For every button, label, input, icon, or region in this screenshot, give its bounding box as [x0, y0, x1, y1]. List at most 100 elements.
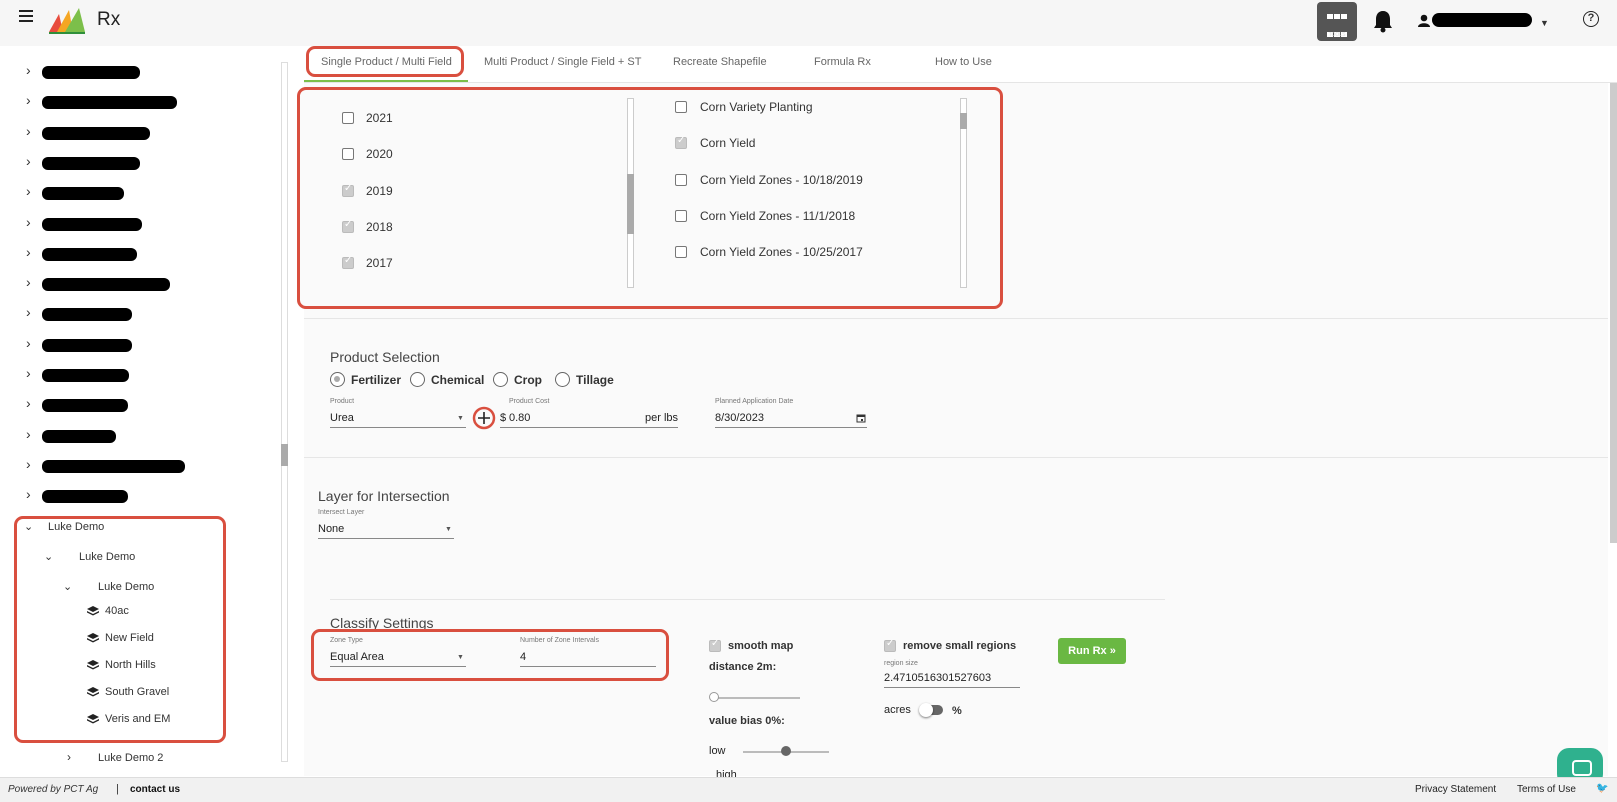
tab-formula-rx[interactable]: Formula Rx: [814, 56, 871, 68]
tree-item-redacted[interactable]: ›: [0, 303, 200, 327]
tree-item-redacted[interactable]: ›: [0, 213, 200, 237]
tree-item-redacted[interactable]: ›: [0, 273, 200, 297]
tree-item-redacted[interactable]: ›: [0, 485, 200, 509]
grid-icon: [1326, 7, 1348, 55]
product-label: Product: [330, 398, 355, 405]
chevron-right-icon: ›: [26, 304, 31, 321]
chevron-right-icon: ›: [26, 395, 31, 412]
tree-item-redacted[interactable]: ›: [0, 61, 200, 85]
tree-item-redacted[interactable]: ›: [0, 364, 200, 388]
chevron-right-icon: ›: [26, 425, 31, 442]
footer: Powered by PCT Ag | contact us Privacy S…: [0, 777, 1617, 802]
tree-item-redacted[interactable]: ›: [0, 425, 200, 449]
help-icon[interactable]: ?: [1583, 11, 1599, 27]
product-type-radio[interactable]: [330, 372, 345, 387]
hamburger-menu-icon[interactable]: [19, 10, 35, 24]
percent-label: %: [952, 705, 962, 717]
section-divider: [330, 599, 1165, 600]
product-type-radio[interactable]: [555, 372, 570, 387]
notification-bell-icon[interactable]: [1372, 9, 1394, 33]
product-type-radio[interactable]: [493, 372, 508, 387]
user-name-redacted: [1432, 13, 1532, 27]
redacted-label: [42, 156, 140, 170]
privacy-link[interactable]: Privacy Statement: [1415, 784, 1496, 795]
add-product-icon[interactable]: [472, 406, 496, 430]
redacted-label: [42, 429, 116, 443]
distance-slider-track[interactable]: [714, 697, 800, 699]
twitter-icon[interactable]: 🐦: [1596, 783, 1608, 794]
application-date-label: Planned Application Date: [715, 398, 794, 405]
redacted-label: [42, 369, 129, 382]
tree-item-redacted[interactable]: ›: [0, 455, 200, 479]
product-underline: [330, 427, 466, 428]
chevron-right-icon: ›: [26, 486, 31, 503]
intersect-layer-select[interactable]: None: [318, 523, 344, 535]
tree-item-label: Luke Demo 2: [98, 752, 164, 764]
product-type-radio[interactable]: [410, 372, 425, 387]
tree-item-redacted[interactable]: ›: [0, 91, 200, 115]
value-bias-label: value bias 0%:: [709, 715, 785, 727]
product-type-label: Chemical: [431, 373, 485, 387]
smooth-map-checkbox[interactable]: [709, 638, 721, 652]
powered-by-text: Powered by PCT Ag: [8, 784, 99, 795]
application-date-input[interactable]: 8/30/2023: [715, 412, 764, 424]
highlight-active-tab: [306, 46, 464, 77]
intersect-layer-label: Intersect Layer: [318, 509, 365, 516]
acres-label: acres: [884, 704, 911, 716]
tools-label: TOOLS: [1328, 32, 1346, 38]
terms-link[interactable]: Terms of Use: [1517, 784, 1576, 795]
app-logo: [49, 8, 85, 34]
main-scroll-thumb[interactable]: [1610, 83, 1617, 543]
tab-recreate-shapefile[interactable]: Recreate Shapefile: [673, 56, 767, 68]
product-type-label: Fertilizer: [351, 373, 402, 387]
chevron-right-icon: ›: [26, 274, 31, 291]
redacted-label: [42, 126, 150, 140]
product-type-label: Tillage: [576, 373, 614, 387]
user-menu[interactable]: ▼: [1418, 12, 1553, 30]
region-size-underline: [884, 687, 1020, 688]
tree-item-redacted[interactable]: ›: [0, 152, 200, 176]
cost-underline: [500, 427, 678, 428]
chevron-right-icon: ›: [26, 183, 31, 200]
redacted-label: [42, 490, 128, 504]
tree-item-redacted[interactable]: ›: [0, 243, 200, 267]
chevron-right-icon: ›: [26, 455, 31, 472]
distance-slider-handle[interactable]: [709, 692, 719, 702]
highlight-selection-panel: [297, 87, 1003, 309]
region-size-label: region size: [884, 660, 918, 667]
redacted-label: [42, 66, 140, 79]
bias-slider-handle[interactable]: [781, 746, 791, 756]
run-rx-button[interactable]: Run Rx »: [1058, 638, 1126, 664]
product-cost-input[interactable]: 0.80: [509, 412, 530, 424]
tree-item-redacted[interactable]: ›: [0, 182, 200, 206]
chevron-right-icon: ›: [26, 334, 31, 351]
tree-item-redacted[interactable]: ›: [0, 122, 200, 146]
remove-small-regions-checkbox[interactable]: [884, 638, 896, 652]
section-divider: [304, 318, 1608, 319]
region-size-input[interactable]: 2.4710516301527603: [884, 672, 991, 684]
acres-percent-toggle[interactable]: [919, 703, 943, 717]
chevron-down-icon: ▼: [457, 415, 464, 422]
tools-button[interactable]: TOOLS: [1317, 2, 1357, 55]
tree-item-redacted[interactable]: ›: [0, 394, 200, 418]
top-bar: Rx TOOLS ▼ ?: [0, 0, 1617, 55]
product-select[interactable]: Urea: [330, 412, 354, 424]
user-icon: [1418, 14, 1430, 27]
redacted-label: [42, 308, 132, 322]
product-type-label: Crop: [514, 373, 542, 387]
calendar-icon[interactable]: [856, 413, 866, 423]
redacted-label: [42, 96, 177, 110]
section-divider: [304, 457, 1608, 458]
sidebar-scrollbar[interactable]: [281, 62, 288, 762]
sidebar-scroll-thumb[interactable]: [281, 444, 288, 466]
contact-link[interactable]: contact us: [130, 784, 180, 795]
tree-item-redacted[interactable]: ›: [0, 334, 200, 358]
chevron-right-icon: ›: [67, 750, 71, 764]
tab-how-to-use[interactable]: How to Use: [935, 56, 992, 68]
chevron-right-icon: ›: [26, 365, 31, 381]
cost-unit: per lbs: [645, 412, 679, 424]
redacted-label: [42, 247, 137, 261]
product-cost-label: Product Cost: [509, 398, 550, 405]
currency-symbol: $: [500, 412, 507, 424]
tab-multi-product-single-field[interactable]: Multi Product / Single Field + ST: [484, 56, 641, 68]
